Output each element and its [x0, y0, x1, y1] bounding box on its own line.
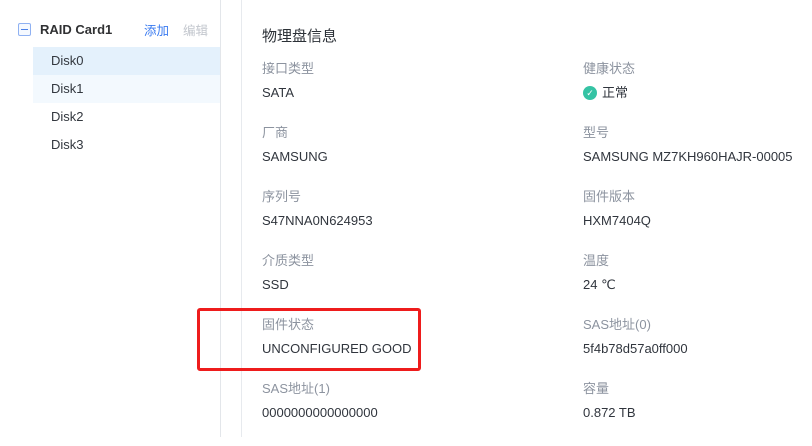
field-value: ✓ SAMSUNG MZ7KH960HAJR-00005: [583, 150, 812, 164]
field-value-text: 正常: [602, 86, 628, 100]
info-field: 固件版本 ✓ HXM7404Q: [583, 190, 812, 228]
disk-tree-sidebar: RAID Card1 添加 编辑 Disk0 Disk1 Disk2 Disk3: [0, 0, 221, 437]
field-label: SAS地址(0): [583, 318, 812, 332]
physical-disk-info-panel: 物理盘信息 接口类型 ✓ SATA 健康状态 ✓ 正常 厂商 ✓ SAMSUNG…: [242, 0, 812, 437]
info-field: 容量 ✓ 0.872 TB: [583, 382, 812, 420]
field-value: ✓ 0.872 TB: [583, 406, 812, 420]
fields-grid: 接口类型 ✓ SATA 健康状态 ✓ 正常 厂商 ✓ SAMSUNG 型号 ✓ …: [262, 62, 812, 446]
info-field: SAS地址(1) ✓ 0000000000000000: [262, 382, 583, 420]
field-value-text: UNCONFIGURED GOOD: [262, 342, 412, 356]
field-value: ✓ 正常: [583, 86, 812, 100]
field-label: 型号: [583, 126, 812, 140]
field-value-text: 24 ℃: [583, 278, 616, 292]
disk-list: Disk0 Disk1 Disk2 Disk3: [0, 47, 220, 159]
field-value: ✓ 0000000000000000: [262, 406, 583, 420]
info-field: 型号 ✓ SAMSUNG MZ7KH960HAJR-00005: [583, 126, 812, 164]
page-title: 物理盘信息: [262, 28, 812, 46]
field-value: ✓ HXM7404Q: [583, 214, 812, 228]
field-label: 接口类型: [262, 62, 583, 76]
info-field: 固件状态 ✓ UNCONFIGURED GOOD: [262, 318, 583, 356]
field-value-text: SAMSUNG: [262, 150, 328, 164]
tree-node-label: RAID Card1: [40, 22, 112, 37]
info-field: 温度 ✓ 24 ℃: [583, 254, 812, 292]
field-label: 固件状态: [262, 318, 583, 332]
field-value-text: 5f4b78d57a0ff000: [583, 342, 688, 356]
field-value-text: HXM7404Q: [583, 214, 651, 228]
field-value-text: SSD: [262, 278, 289, 292]
info-field: 接口类型 ✓ SATA: [262, 62, 583, 100]
field-value-text: SAMSUNG MZ7KH960HAJR-00005: [583, 150, 793, 164]
info-field: 健康状态 ✓ 正常: [583, 62, 812, 100]
field-label: 温度: [583, 254, 812, 268]
disk-list-item-disk2[interactable]: Disk2: [33, 103, 220, 131]
disk-label: Disk0: [51, 53, 84, 68]
field-label: 序列号: [262, 190, 583, 204]
add-link[interactable]: 添加: [144, 20, 169, 39]
field-value: ✓ S47NNA0N624953: [262, 214, 583, 228]
disk-list-item-disk0[interactable]: Disk0: [33, 47, 220, 75]
field-value-text: 0000000000000000: [262, 406, 378, 420]
field-value-text: SATA: [262, 86, 294, 100]
field-label: 介质类型: [262, 254, 583, 268]
field-label: SAS地址(1): [262, 382, 583, 396]
field-label: 固件版本: [583, 190, 812, 204]
field-value: ✓ 5f4b78d57a0ff000: [583, 342, 812, 356]
field-value: ✓ SSD: [262, 278, 583, 292]
collapse-minus-icon[interactable]: [18, 23, 31, 36]
field-value: ✓ 24 ℃: [583, 278, 812, 292]
field-label: 健康状态: [583, 62, 812, 76]
field-value: ✓ SAMSUNG: [262, 150, 583, 164]
info-field: 厂商 ✓ SAMSUNG: [262, 126, 583, 164]
check-circle-icon: ✓: [583, 86, 597, 100]
field-value: ✓ SATA: [262, 86, 583, 100]
info-field: SAS地址(0) ✓ 5f4b78d57a0ff000: [583, 318, 812, 356]
field-value-text: 0.872 TB: [583, 406, 636, 420]
disk-label: Disk3: [51, 137, 84, 152]
field-label: 厂商: [262, 126, 583, 140]
tree-node-actions: 添加 编辑: [144, 20, 208, 39]
disk-label: Disk2: [51, 109, 84, 124]
field-value: ✓ UNCONFIGURED GOOD: [262, 342, 583, 356]
edit-link[interactable]: 编辑: [183, 20, 208, 39]
disk-list-item-disk1[interactable]: Disk1: [33, 75, 220, 103]
field-value-text: S47NNA0N624953: [262, 214, 373, 228]
info-field: 序列号 ✓ S47NNA0N624953: [262, 190, 583, 228]
field-label: 容量: [583, 382, 812, 396]
disk-label: Disk1: [51, 81, 84, 96]
info-field: 介质类型 ✓ SSD: [262, 254, 583, 292]
tree-node-raid-card[interactable]: RAID Card1 添加 编辑: [0, 16, 220, 42]
disk-list-item-disk3[interactable]: Disk3: [33, 131, 220, 159]
